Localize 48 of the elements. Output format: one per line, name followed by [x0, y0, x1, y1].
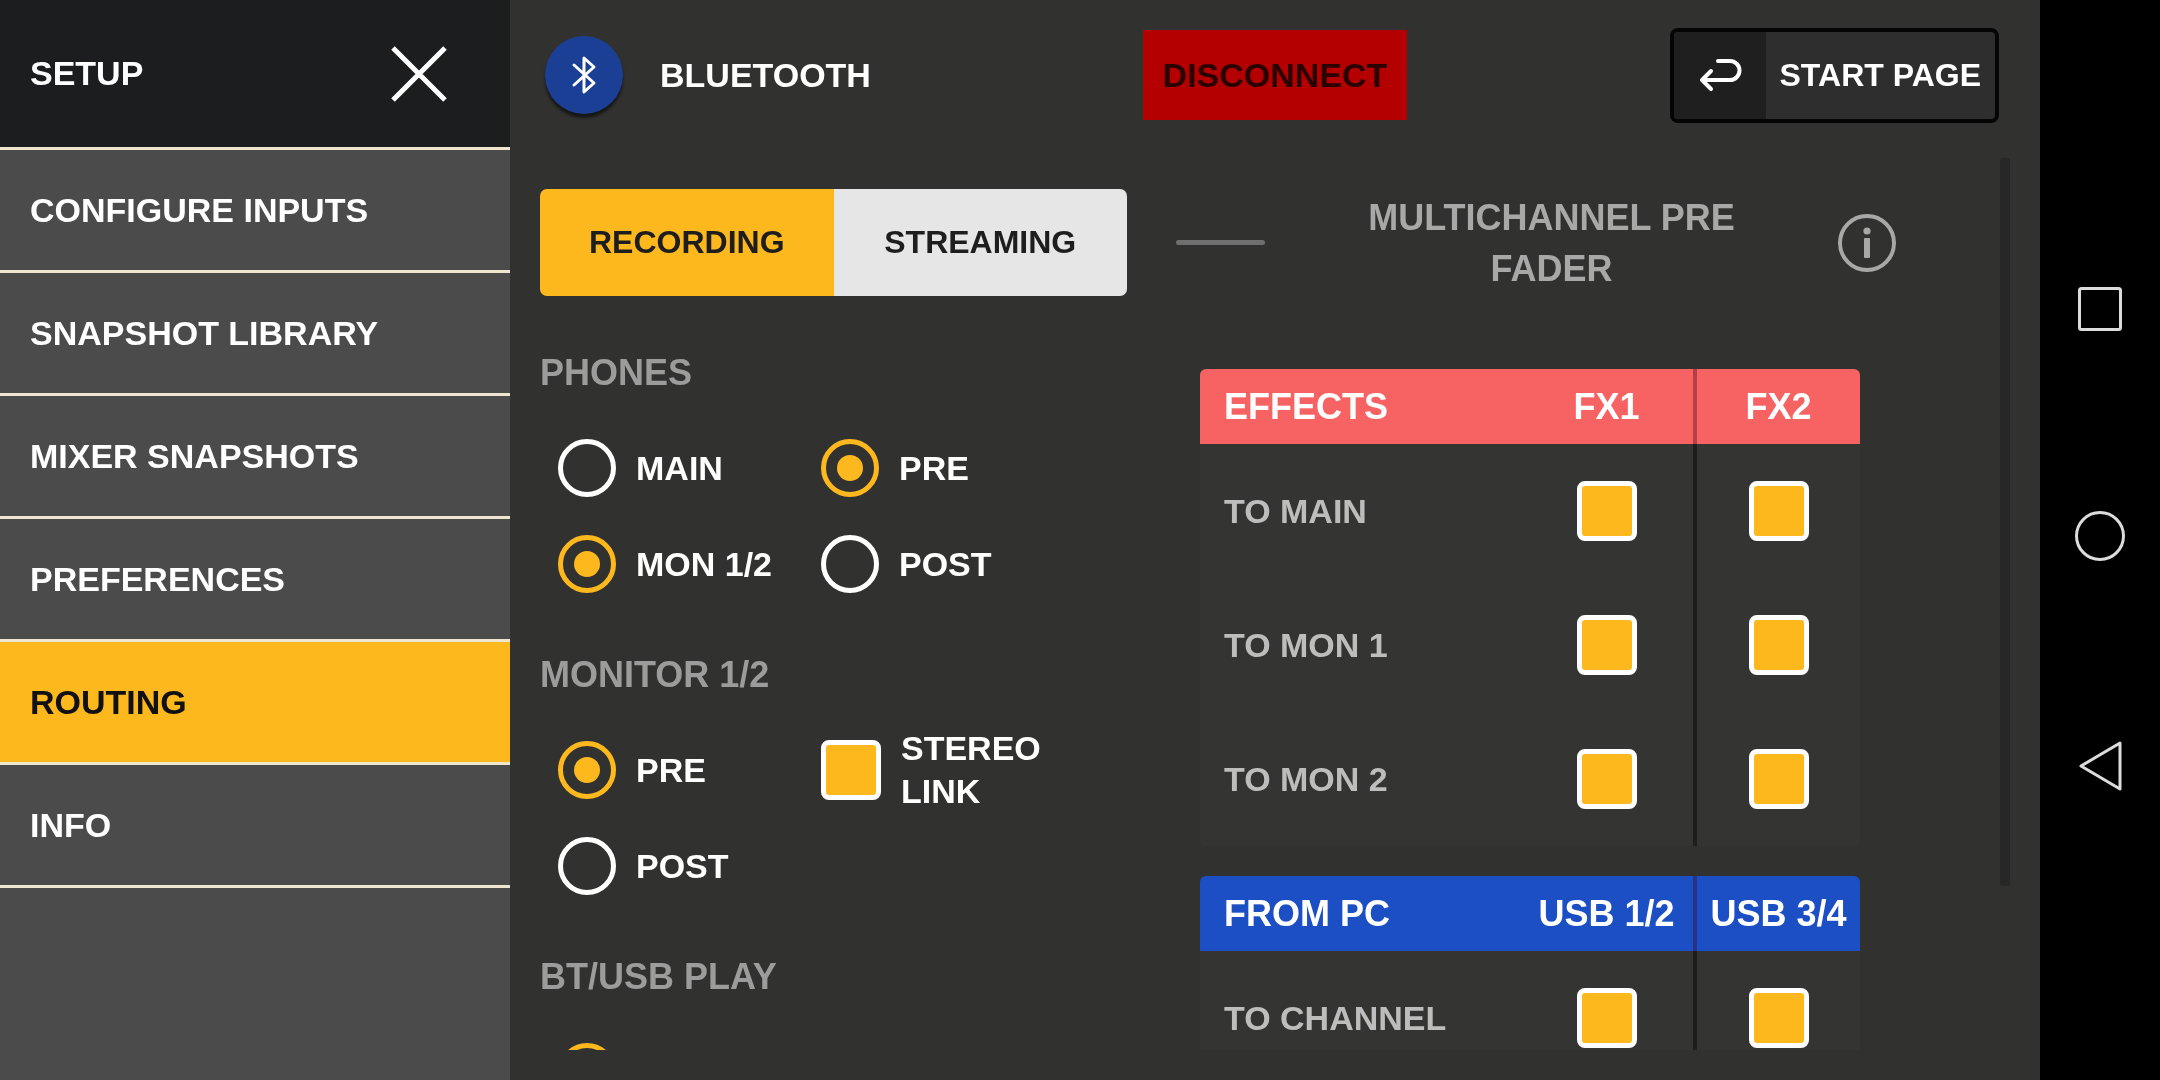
- checkbox[interactable]: [1576, 615, 1637, 675]
- checkbox[interactable]: [821, 740, 881, 800]
- checkbox[interactable]: [1576, 481, 1637, 541]
- checkbox[interactable]: [1748, 749, 1809, 809]
- row-label: TO MAIN: [1224, 491, 1367, 531]
- tab[interactable]: RECORDING: [540, 189, 834, 296]
- start-page-button[interactable]: START PAGE: [1669, 27, 1999, 123]
- square-icon[interactable]: [2078, 287, 2122, 331]
- checkbox[interactable]: [1576, 988, 1637, 1048]
- panel-title: MULTICHANNEL PRE FADER: [1367, 195, 1736, 291]
- option-label: MAIN: [636, 448, 723, 488]
- column-header: USB 1/2: [1538, 892, 1675, 935]
- row-label: TO MON 1: [1224, 625, 1388, 665]
- sidebar-title: SETUP: [30, 54, 144, 93]
- option-label: STEREO LINK: [901, 728, 1042, 812]
- option-label: POST: [636, 846, 729, 886]
- column-header: FX1: [1573, 385, 1640, 428]
- checkbox[interactable]: [1748, 988, 1809, 1048]
- option-label: MON 1/2: [636, 544, 773, 584]
- radio-button[interactable]: [821, 439, 879, 497]
- column-header: USB 3/4: [1710, 892, 1847, 935]
- row-label: TO CHANNEL: [1224, 998, 1447, 1038]
- return-icon: [1697, 58, 1742, 92]
- checkbox[interactable]: [1748, 615, 1809, 675]
- radio-button[interactable]: [558, 741, 616, 799]
- close-button[interactable]: [389, 43, 449, 104]
- checkbox[interactable]: [1576, 749, 1637, 809]
- option-label: POST: [899, 544, 992, 584]
- column-header: FX2: [1745, 385, 1812, 428]
- tab[interactable]: STREAMING: [833, 189, 1127, 296]
- bluetooth-icon[interactable]: [545, 36, 623, 114]
- sidebar-item[interactable]: ROUTING: [0, 642, 510, 765]
- section-title: MONITOR 1/2: [540, 653, 771, 697]
- circle-icon[interactable]: [2075, 511, 2125, 561]
- section-title: PHONES: [540, 351, 694, 395]
- table-title: EFFECTS: [1224, 385, 1388, 428]
- dash-icon: [1176, 240, 1265, 245]
- row-label: TO MON 2: [1224, 759, 1388, 799]
- section-title: BT/USB PLAY: [540, 955, 778, 999]
- radio-button[interactable]: [558, 535, 616, 593]
- bluetooth-label: BLUETOOTH: [660, 55, 871, 95]
- checkbox[interactable]: [1748, 481, 1809, 541]
- close-icon: [389, 43, 449, 104]
- option-label: PRE: [636, 750, 706, 790]
- info-icon[interactable]: [1838, 213, 1896, 272]
- table-title: FROM PC: [1224, 892, 1390, 935]
- triangle-icon[interactable]: [2078, 741, 2122, 791]
- option-label: PRE: [899, 448, 969, 488]
